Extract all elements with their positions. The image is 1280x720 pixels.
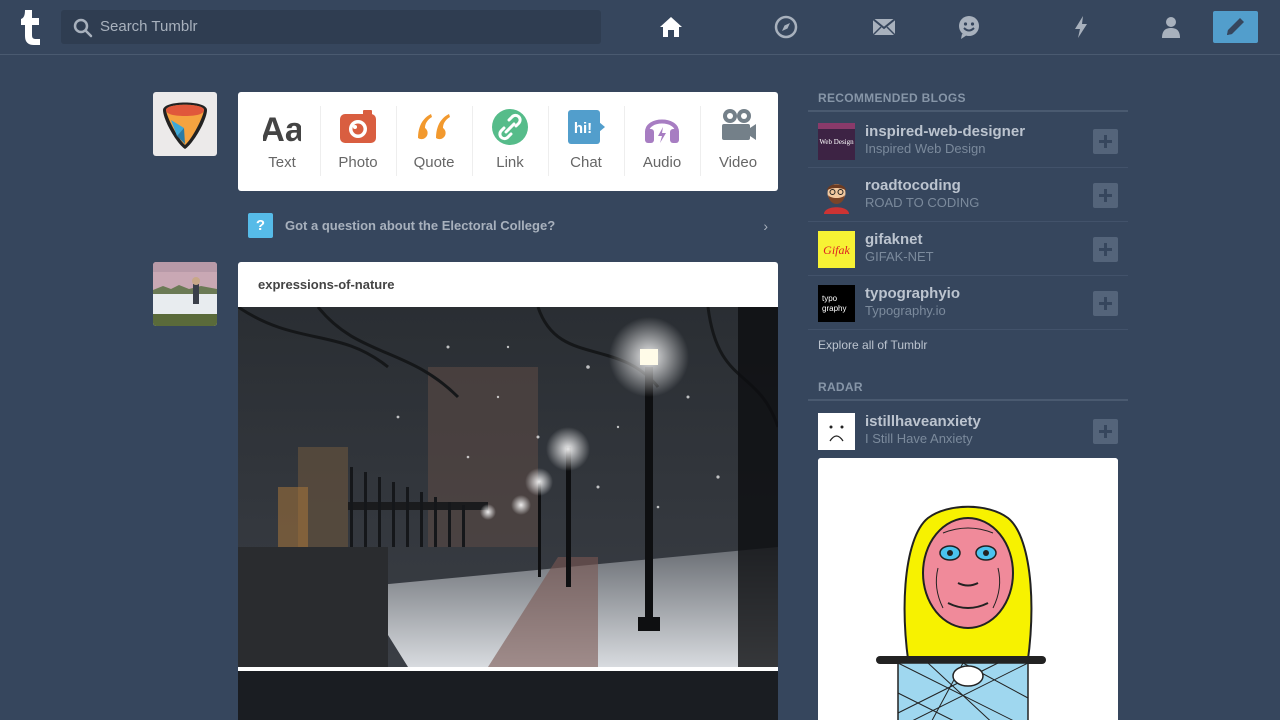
follow-button[interactable] [1093, 129, 1118, 154]
video-camera-icon [722, 109, 756, 140]
headphones-icon [645, 119, 679, 143]
messaging-icon[interactable] [956, 14, 982, 40]
blog-avatar: typo graphy [818, 285, 855, 322]
search-box[interactable]: Search Tumblr [61, 10, 601, 44]
follow-button[interactable] [1093, 419, 1118, 444]
post-type-text[interactable]: Aa Text [244, 92, 320, 191]
activity-icon[interactable] [1068, 14, 1094, 40]
radar-heading: RADAR [808, 379, 1128, 401]
typography-avatar-image: typo graphy [818, 285, 855, 322]
post-type-quote[interactable]: Quote [396, 92, 472, 191]
search-placeholder: Search Tumblr [100, 18, 198, 35]
pencil-icon [1227, 18, 1244, 35]
inbox-icon[interactable] [871, 14, 897, 40]
post-type-label: Photo [338, 154, 378, 171]
avatar-text: Gifak [823, 243, 850, 257]
blog-avatar [818, 177, 855, 214]
recommended-blog[interactable]: Gifak gifaknet GIFAK-NET [808, 222, 1128, 276]
post-type-video[interactable]: Video [700, 92, 776, 191]
sad-face-avatar-image [818, 413, 855, 450]
post-author-avatar[interactable] [153, 262, 217, 326]
post-type-chat[interactable]: hi! Chat [548, 92, 624, 191]
blog-title: GIFAK-NET [865, 249, 934, 264]
chat-icon: hi! [568, 110, 605, 144]
gifak-avatar-image: Gifak [818, 231, 855, 268]
snowy-park-photo [238, 307, 778, 667]
post-type-label: Link [496, 154, 524, 171]
dashboard-post: expressions-of-nature [238, 262, 778, 720]
fox-avatar-icon [163, 102, 207, 149]
account-icon[interactable] [1158, 14, 1184, 40]
post-blog-name[interactable]: expressions-of-nature [258, 277, 395, 292]
post-type-label: Quote [413, 154, 455, 171]
avatar-text: Web Design [819, 138, 854, 146]
electoral-college-banner[interactable]: ? Got a question about the Electoral Col… [248, 213, 778, 239]
svg-text:Aa: Aa [263, 111, 301, 146]
compose-button[interactable] [1213, 11, 1258, 43]
nature-avatar-image [153, 262, 217, 326]
tumblr-logo-icon[interactable] [18, 8, 46, 46]
banner-text: Got a question about the Electoral Colle… [285, 218, 556, 233]
search-icon [73, 18, 93, 38]
blog-name[interactable]: gifaknet [865, 231, 923, 248]
post-photo[interactable] [238, 307, 778, 667]
post-type-photo[interactable]: Photo [320, 92, 396, 191]
blog-title: Typography.io [865, 303, 946, 318]
blog-name[interactable]: inspired-web-designer [865, 123, 1025, 140]
radar-blog[interactable]: istillhaveanxiety I Still Have Anxiety [808, 404, 1128, 458]
heading-label: RECOMMENDED BLOGS [818, 91, 966, 105]
recommended-blog[interactable]: Web Design inspired-web-designer Inspire… [808, 114, 1128, 168]
web-design-avatar-image: Web Design [818, 123, 855, 160]
blog-name[interactable]: roadtocoding [865, 177, 961, 194]
post-type-label: Chat [570, 154, 602, 171]
blog-title: Inspired Web Design [865, 141, 986, 156]
recommended-blogs-heading: RECOMMENDED BLOGS [808, 90, 1128, 112]
explore-link[interactable]: Explore all of Tumblr [818, 338, 927, 352]
question-icon: ? [248, 213, 273, 238]
heading-label: RADAR [818, 380, 863, 394]
camera-icon [340, 110, 376, 143]
link-icon [492, 109, 528, 145]
svg-text:graphy: graphy [822, 304, 846, 313]
blog-avatar: Web Design [818, 123, 855, 160]
post-type-audio[interactable]: Audio [624, 92, 700, 191]
post-type-label: Video [718, 154, 758, 171]
follow-button[interactable] [1093, 291, 1118, 316]
et-illustration-image [818, 458, 1118, 720]
bearded-man-avatar-image [818, 177, 855, 214]
post-type-label: Text [268, 154, 296, 171]
follow-button[interactable] [1093, 183, 1118, 208]
explore-icon[interactable] [773, 14, 799, 40]
blog-avatar: Gifak [818, 231, 855, 268]
top-navigation-bar: Search Tumblr [0, 0, 1280, 55]
post-photo-second[interactable] [238, 671, 778, 720]
home-icon[interactable] [658, 14, 684, 40]
svg-text:typo: typo [822, 294, 838, 303]
follow-button[interactable] [1093, 237, 1118, 262]
quote-icon [418, 114, 450, 140]
user-avatar[interactable] [153, 92, 217, 156]
recommended-blog[interactable]: typo graphy typographyio Typography.io [808, 276, 1128, 330]
blog-name[interactable]: istillhaveanxiety [865, 413, 981, 430]
recommended-blog[interactable]: roadtocoding ROAD TO CODING [808, 168, 1128, 222]
blog-name[interactable]: typographyio [865, 285, 960, 302]
blog-avatar [818, 413, 855, 450]
radar-post-image[interactable] [818, 458, 1118, 720]
post-type-label: Audio [642, 154, 682, 171]
post-type-selector: Aa Text Photo Quote Link hi! Chat Audio … [238, 92, 778, 191]
blog-title: ROAD TO CODING [865, 195, 980, 210]
chevron-right-icon: › [763, 218, 768, 234]
post-type-link[interactable]: Link [472, 92, 548, 191]
blog-title: I Still Have Anxiety [865, 431, 973, 446]
svg-text:hi!: hi! [574, 120, 592, 137]
text-icon: Aa [263, 111, 301, 146]
